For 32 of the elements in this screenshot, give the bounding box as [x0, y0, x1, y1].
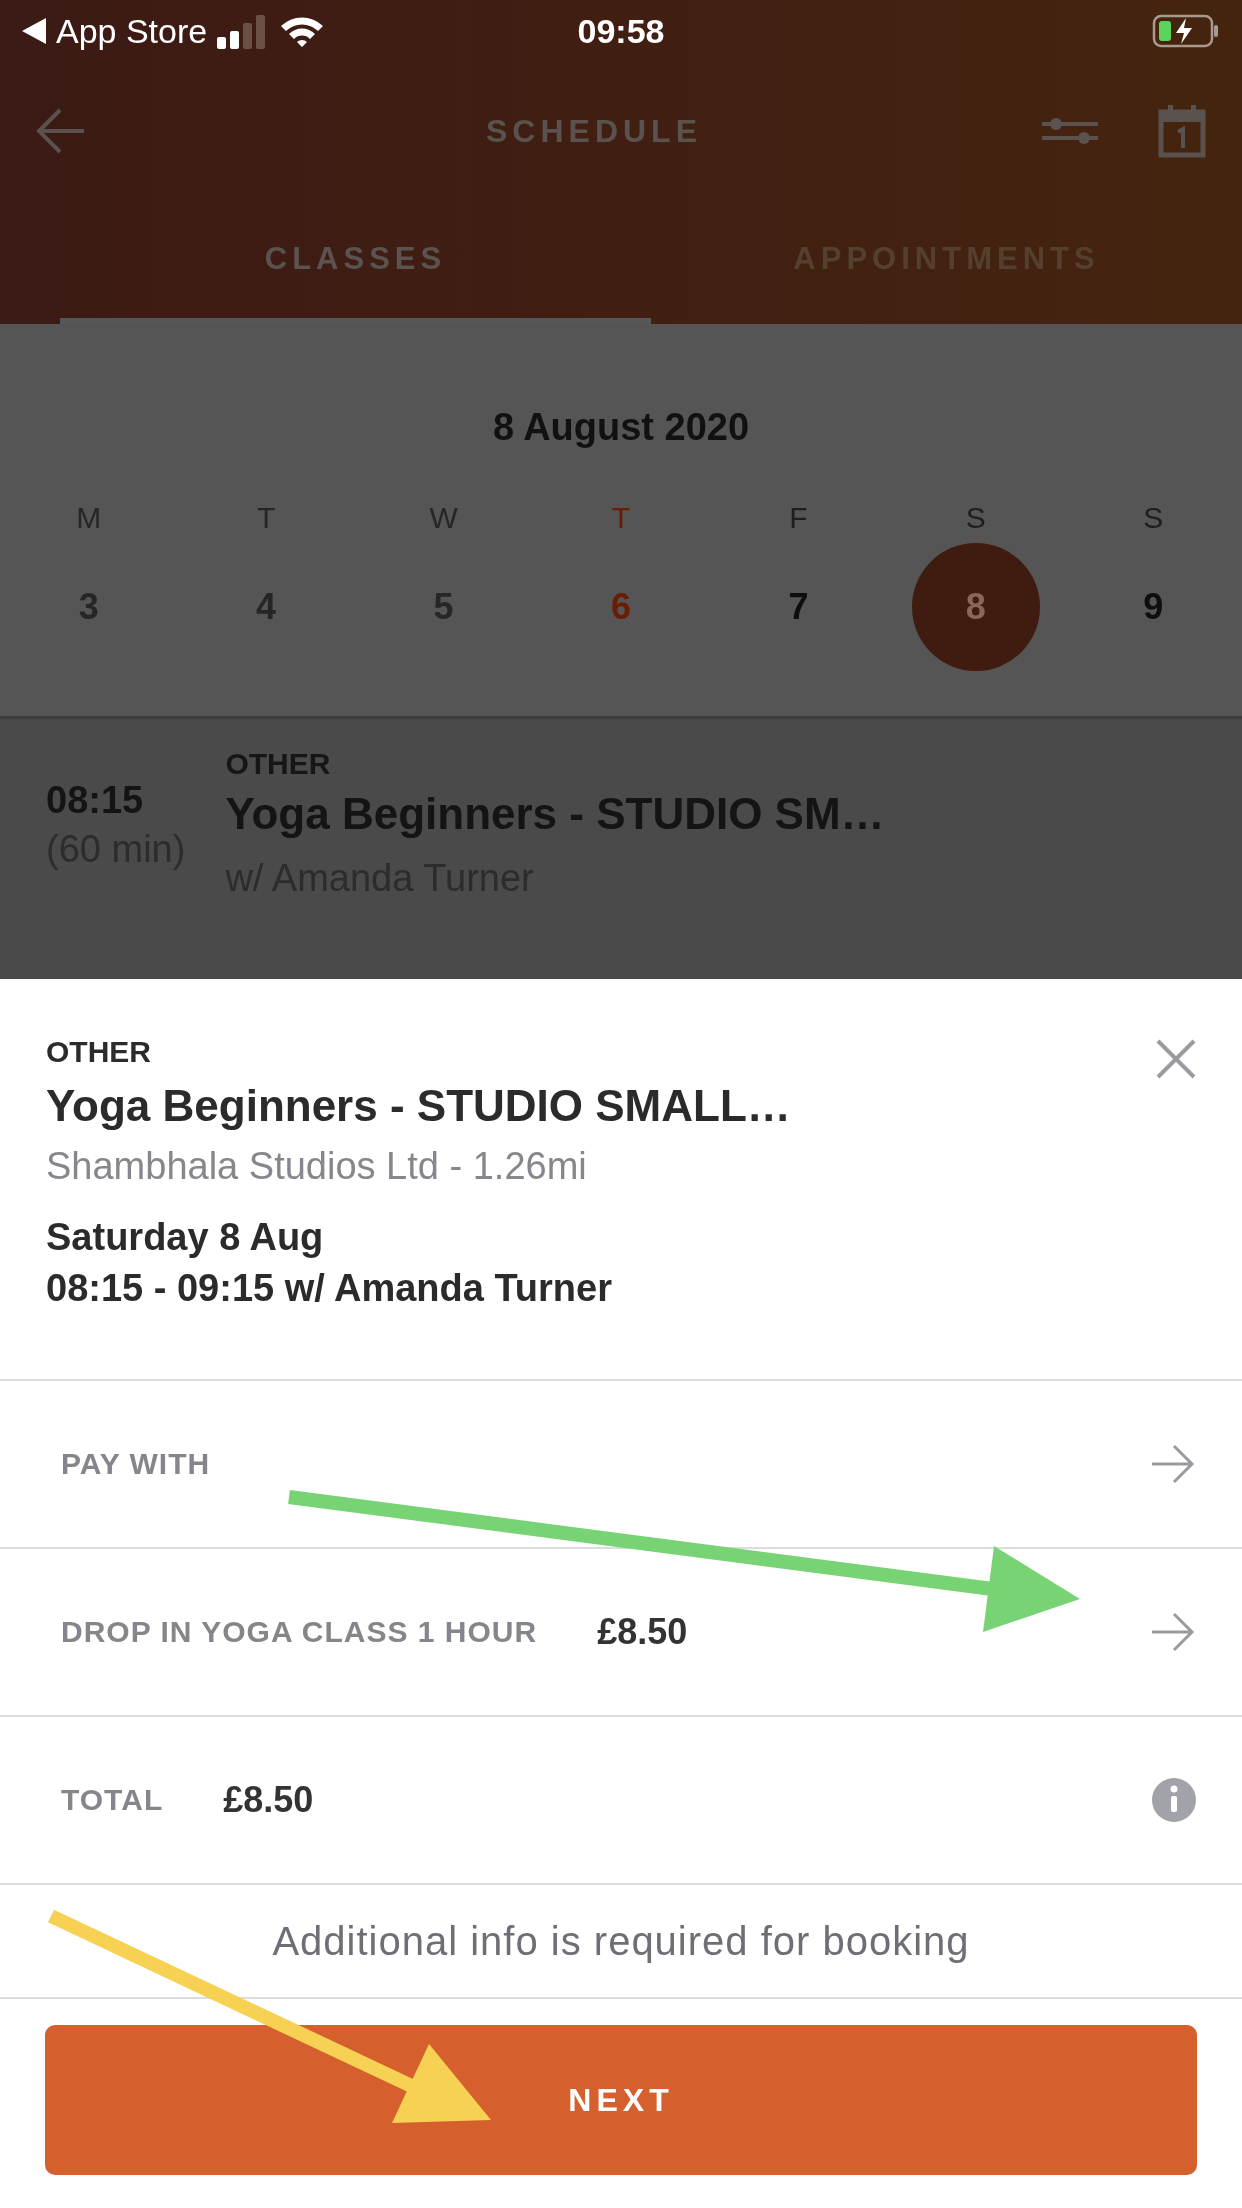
row-label: TOTAL — [61, 1783, 164, 1817]
arrow-icon — [1150, 1444, 1196, 1484]
arrow-icon — [1150, 1612, 1196, 1652]
info-icon[interactable] — [1152, 1778, 1196, 1822]
next-button[interactable]: NEXT — [45, 2025, 1197, 2175]
wifi-icon — [279, 14, 326, 48]
screen-title: SCHEDULE — [485, 112, 703, 150]
date-item[interactable]: 6 — [557, 543, 685, 671]
price-value: £8.50 — [597, 1611, 689, 1653]
back-arrow-icon[interactable] — [36, 108, 86, 154]
class-title: Yoga Beginners - STUDIO SMALL… — [46, 1081, 791, 1131]
battery-icon — [1152, 14, 1220, 48]
filter-sliders-icon[interactable] — [1042, 116, 1098, 146]
calendar-icon[interactable] — [1158, 104, 1206, 158]
booking-notice: Additional info is required for booking — [0, 1885, 1242, 1999]
weekday-label: S — [964, 500, 987, 536]
back-link[interactable]: App Store — [56, 11, 208, 51]
back-icon[interactable] — [22, 18, 46, 44]
weekday-label: T — [610, 500, 632, 536]
row-label: DROP IN YOGA CLASS 1 HOUR — [61, 1615, 538, 1649]
row-label: PAY WITH — [61, 1447, 211, 1481]
weekday-label: S — [1142, 500, 1165, 536]
price-value: £8.50 — [223, 1779, 315, 1821]
class-category: OTHER — [46, 1035, 152, 1069]
status-time: 09:58 — [577, 11, 665, 51]
month-title: 8 August 2020 — [491, 406, 751, 449]
class-time-range: 08:15 - 09:15 w/ Amanda Turner — [46, 1267, 613, 1310]
date-item[interactable]: 7 — [734, 543, 863, 671]
date-item[interactable]: 8 — [911, 543, 1040, 671]
studio-location: Shambhala Studios Ltd - 1.26mi — [46, 1145, 588, 1188]
class-date: Saturday 8 Aug — [46, 1216, 325, 1259]
date-item[interactable]: 9 — [1089, 543, 1218, 671]
